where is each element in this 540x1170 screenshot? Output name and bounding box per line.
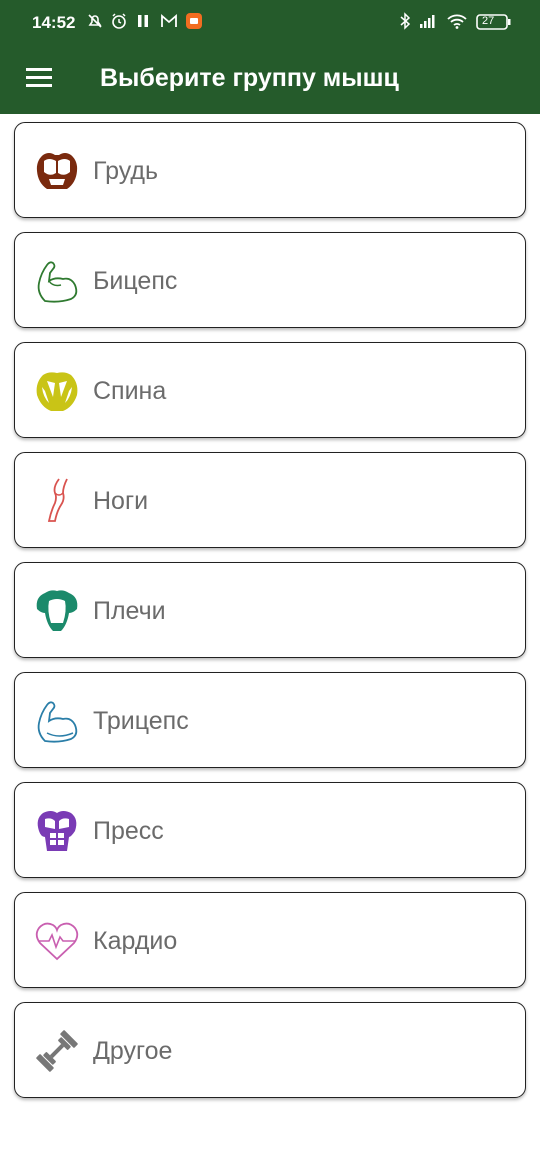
status-time: 14:52 [32,13,76,32]
triceps-icon [37,701,78,743]
muscle-group-label: Плечи [93,597,166,625]
battery-icon: 27 [476,13,511,31]
muscle-group-back[interactable]: Спина [14,342,526,438]
muscle-group-triceps[interactable]: Трицепс [14,672,526,768]
signal-icon [420,15,435,28]
heart-cardio-icon [35,922,79,961]
muscle-group-label: Бицепс [93,267,178,295]
app-bar: Выберите группу мышц [0,46,540,114]
bluetooth-icon [400,12,411,30]
muscle-group-list: Грудь Бицепс Спина Ноги Плечи Трицепс Пр… [14,122,526,1112]
muscle-group-other[interactable]: Другое [14,1002,526,1098]
muscle-group-cardio[interactable]: Кардио [14,892,526,988]
notification-app-icon [186,13,202,29]
muscle-group-chest[interactable]: Грудь [14,122,526,218]
muscle-group-biceps[interactable]: Бицепс [14,232,526,328]
page-title: Выберите группу мышц [100,64,399,92]
silent-mode-icon [88,14,102,28]
muscle-group-label: Трицепс [93,707,189,735]
back-icon [36,372,78,411]
muscle-group-label: Кардио [93,927,178,955]
legs-icon [47,478,68,522]
hamburger-menu-icon [26,68,52,87]
gmail-icon [161,14,177,27]
shoulders-icon [36,590,78,631]
biceps-icon [37,261,78,303]
chest-icon [36,153,78,189]
muscle-group-label: Пресс [93,817,164,845]
muscle-group-legs[interactable]: Ноги [14,452,526,548]
alarm-icon [112,13,126,29]
battery-level: 27 [482,15,495,27]
muscle-group-label: Спина [93,377,167,405]
muscle-group-shoulders[interactable]: Плечи [14,562,526,658]
dumbbell-icon [36,1030,78,1072]
menu-button[interactable] [18,56,62,100]
abs-icon [37,811,77,851]
muscle-group-abs[interactable]: Пресс [14,782,526,878]
muscle-group-label: Ноги [93,487,149,515]
muscle-group-label: Другое [93,1037,173,1065]
wifi-icon [447,14,467,29]
status-bar: 14:52 27 [0,0,540,46]
pause-icon [138,15,148,27]
muscle-group-label: Грудь [93,157,159,185]
